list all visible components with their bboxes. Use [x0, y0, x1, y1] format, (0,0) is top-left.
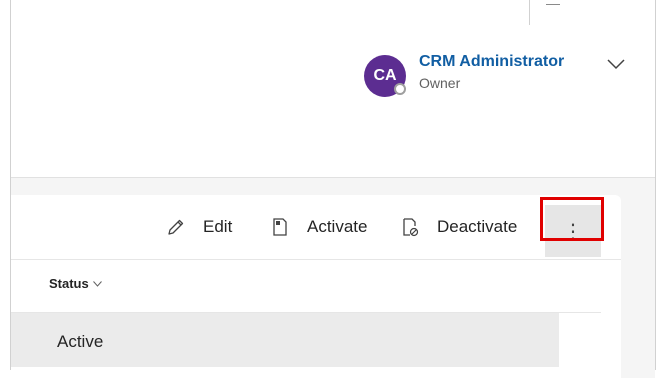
activate-icon [273, 218, 287, 236]
app-frame: CA CRM Administrator Owner Edit Activate… [10, 0, 656, 385]
edit-button[interactable]: Edit [166, 217, 232, 237]
record-header: CA CRM Administrator Owner [11, 25, 655, 178]
edit-label: Edit [203, 217, 233, 236]
chevron-down-icon[interactable] [607, 58, 625, 70]
owner-role-label: Owner [419, 75, 461, 91]
owner-name-link[interactable]: CRM Administrator [419, 53, 564, 71]
status-cell: Active [57, 332, 104, 351]
subgrid-card: Edit Activate Deactivate ⋮ Status Active [11, 195, 621, 385]
table-row[interactable]: Active [11, 313, 559, 367]
presence-icon [394, 83, 406, 95]
more-vertical-icon: ⋮ [563, 220, 583, 243]
divider [529, 0, 530, 25]
avatar-initials: CA [373, 67, 397, 84]
deactivate-label: Deactivate [437, 217, 518, 236]
chevron-down-icon [92, 280, 102, 287]
command-bar: Edit Activate Deactivate ⋮ [11, 195, 621, 260]
pencil-icon [168, 219, 184, 235]
content-area: Edit Activate Deactivate ⋮ Status Active [11, 178, 655, 385]
deactivate-icon [403, 218, 419, 237]
column-header-status[interactable]: Status [49, 276, 102, 291]
clipped-control [546, 1, 560, 5]
column-header-label: Status [49, 276, 89, 291]
more-commands-button[interactable]: ⋮ [545, 205, 601, 257]
deactivate-button[interactable]: Deactivate [400, 217, 517, 237]
top-strip [11, 0, 655, 26]
activate-label: Activate [307, 217, 368, 236]
activate-button[interactable]: Activate [270, 217, 367, 237]
